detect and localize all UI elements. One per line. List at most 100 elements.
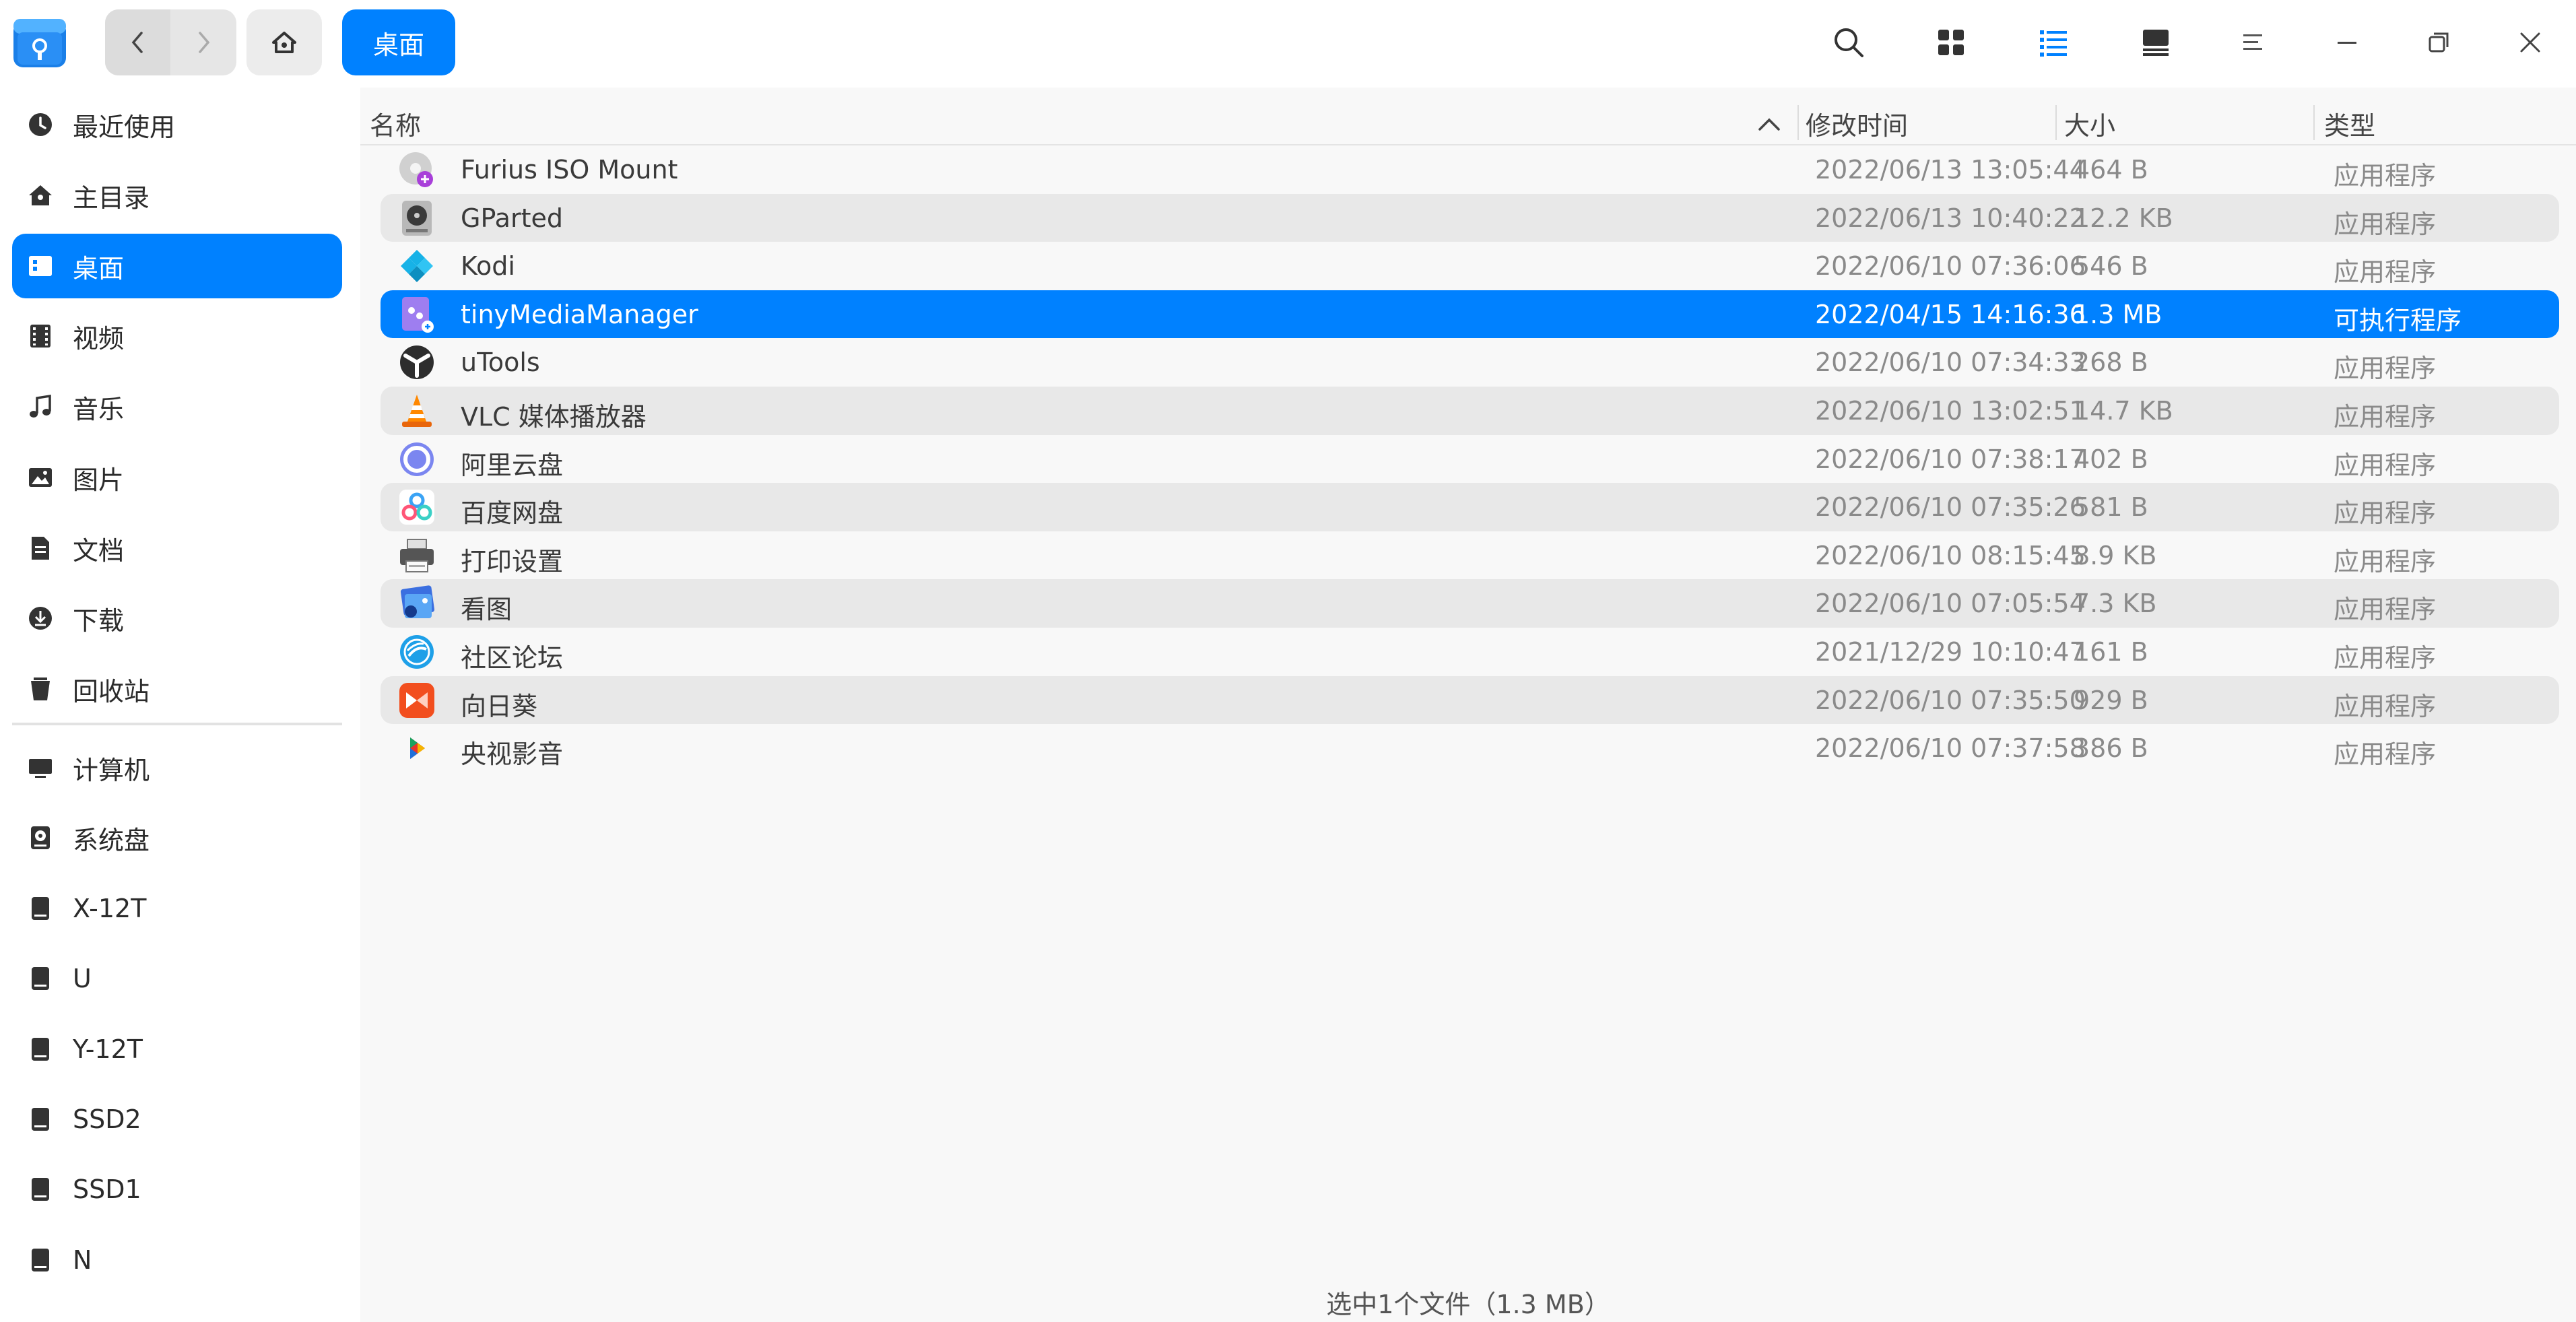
file-modified: 2022/06/10 07:36:06 (1815, 251, 2086, 282)
forward-button[interactable] (170, 9, 236, 75)
column-name-header[interactable]: 名称 (370, 105, 421, 142)
file-row[interactable]: Furius ISO Mount 2022/06/13 13:05:44 464… (381, 145, 2559, 194)
file-type: 应用程序 (2334, 257, 2437, 288)
file-row[interactable]: 央视影音 2022/06/10 07:37:58 386 B 应用程序 (381, 724, 2559, 772)
minimize-icon (2338, 42, 2356, 44)
file-type: 应用程序 (2334, 450, 2437, 480)
status-bar: 选中1个文件（1.3 MB） (1326, 1290, 1610, 1319)
file-size: 386 B (2074, 733, 2148, 764)
column-divider[interactable] (1797, 105, 1799, 140)
file-modified: 2021/12/29 10:10:47 (1815, 636, 2086, 667)
column-divider[interactable] (2055, 105, 2057, 140)
drive-icon (26, 1175, 55, 1204)
home-button[interactable] (246, 9, 322, 75)
deepin-forum-icon (400, 634, 434, 669)
file-name: 阿里云盘 (461, 450, 564, 480)
sidebar-item-computer[interactable]: 计算机 (12, 735, 342, 800)
file-modified: 2022/06/10 07:37:58 (1815, 733, 2086, 764)
file-row[interactable]: 阿里云盘 2022/06/10 07:38:17 402 B 应用程序 (381, 435, 2559, 484)
file-type: 可执行程序 (2334, 305, 2462, 335)
sort-ascending-icon[interactable] (1756, 114, 1783, 135)
close-button[interactable] (2508, 20, 2552, 65)
sidebar-item-drive-y12t[interactable]: Y-12T (12, 1017, 342, 1082)
file-row-selected[interactable]: tinyMediaManager 2022/04/15 14:16:36 1.3… (381, 290, 2559, 339)
file-row[interactable]: uTools 2022/06/10 07:34:33 268 B 应用程序 (381, 338, 2559, 387)
column-type-header[interactable]: 类型 (2324, 105, 2375, 142)
sidebar-item-drive-n[interactable]: N (12, 1228, 342, 1292)
sidebar-item-home[interactable]: 主目录 (12, 163, 342, 228)
back-button[interactable] (105, 9, 170, 75)
printer-icon (400, 538, 434, 572)
file-type: 应用程序 (2334, 498, 2437, 529)
grid-view-icon (1938, 30, 1964, 55)
breadcrumb-desktop[interactable]: 桌面 (342, 9, 455, 75)
file-size: 7.3 KB (2074, 589, 2157, 619)
column-modified-header[interactable]: 修改时间 (1806, 105, 1908, 142)
maximize-button[interactable] (2416, 20, 2461, 65)
file-type: 应用程序 (2334, 401, 2437, 432)
file-name: tinyMediaManager (461, 299, 698, 329)
sidebar-item-drive-x12t[interactable]: X-12T (12, 876, 342, 941)
chevron-right-icon (198, 32, 209, 53)
sidebar-item-system-disk[interactable]: 系统盘 (12, 805, 342, 870)
sidebar-item-label: 视频 (73, 323, 125, 354)
sidebar-item-label: 桌面 (73, 253, 125, 284)
minimize-button[interactable] (2325, 20, 2369, 65)
sidebar-item-label: SSD2 (73, 1104, 141, 1134)
sidebar-item-desktop[interactable]: 桌面 (12, 234, 342, 298)
drive-icon (26, 894, 55, 923)
file-name: 百度网盘 (461, 498, 564, 529)
sidebar-item-drive-ssd1[interactable]: SSD1 (12, 1157, 342, 1222)
sidebar-item-label: 文档 (73, 535, 125, 566)
utools-icon (400, 345, 434, 380)
file-name: 央视影音 (461, 739, 564, 770)
file-modified: 2022/06/10 07:35:26 (1815, 492, 2086, 523)
sidebar-item-recent[interactable]: 最近使用 (12, 92, 342, 157)
sidebar-item-pictures[interactable]: 图片 (12, 445, 342, 510)
sidebar-item-drive-u[interactable]: U (12, 946, 342, 1011)
search-button[interactable] (1826, 20, 1871, 65)
file-row[interactable]: GParted 2022/06/13 10:40:22 12.2 KB 应用程序 (381, 193, 2559, 242)
detail-view-button[interactable] (2134, 20, 2178, 65)
file-name: 打印设置 (461, 546, 564, 576)
file-modified: 2022/04/15 14:16:36 (1815, 299, 2086, 329)
sidebar-item-videos[interactable]: 视频 (12, 304, 342, 368)
file-name: 社区论坛 (461, 642, 564, 673)
icon-view-button[interactable] (1929, 20, 1973, 65)
file-row[interactable]: 社区论坛 2021/12/29 10:10:47 161 B 应用程序 (381, 628, 2559, 676)
column-header: 名称 修改时间 大小 类型 (360, 96, 2576, 148)
sidebar-item-label: U (73, 964, 92, 993)
file-row[interactable]: 看图 2022/06/10 07:05:54 7.3 KB 应用程序 (381, 579, 2559, 628)
file-modified: 2022/06/10 07:35:50 (1815, 685, 2086, 715)
file-type: 应用程序 (2334, 546, 2437, 576)
main-menu-button[interactable] (2231, 20, 2275, 65)
file-name: GParted (461, 203, 563, 233)
file-row[interactable]: Kodi 2022/06/10 07:36:06 546 B 应用程序 (381, 242, 2559, 290)
drive-icon (26, 1104, 55, 1134)
file-row[interactable]: 向日葵 2022/06/10 07:35:50 929 B 应用程序 (381, 675, 2559, 725)
clock-icon (26, 110, 55, 139)
film-icon (26, 321, 55, 351)
file-size: 268 B (2074, 348, 2148, 378)
file-row[interactable]: 百度网盘 2022/06/10 07:35:26 581 B 应用程序 (381, 483, 2559, 531)
file-row[interactable]: VLC 媒体播放器 2022/06/10 13:02:51 14.7 KB 应用… (381, 386, 2559, 435)
file-modified: 2022/06/10 07:38:17 (1815, 444, 2086, 474)
sidebar-item-trash[interactable]: 回收站 (12, 657, 342, 721)
sidebar-item-drive-ssd2[interactable]: SSD2 (12, 1087, 342, 1152)
file-manager-logo-icon (12, 15, 67, 70)
column-divider[interactable] (2313, 105, 2315, 140)
file-name: 看图 (461, 595, 513, 625)
sidebar-item-downloads[interactable]: 下载 (12, 586, 342, 651)
file-row[interactable]: 打印设置 2022/06/10 08:15:45 8.9 KB 应用程序 (381, 531, 2559, 580)
sidebar-item-music[interactable]: 音乐 (12, 374, 342, 439)
list-view-button[interactable] (2031, 20, 2076, 65)
sidebar-item-label: 最近使用 (73, 112, 176, 142)
chevron-left-icon (131, 32, 143, 53)
drive-icon (26, 1034, 55, 1064)
column-size-header[interactable]: 大小 (2064, 105, 2115, 142)
sidebar-item-documents[interactable]: 文档 (12, 516, 342, 581)
restore-icon (2429, 32, 2449, 53)
preview-panel-icon (2143, 30, 2169, 56)
sidebar-item-label: 图片 (73, 465, 125, 495)
image-icon (26, 463, 55, 492)
